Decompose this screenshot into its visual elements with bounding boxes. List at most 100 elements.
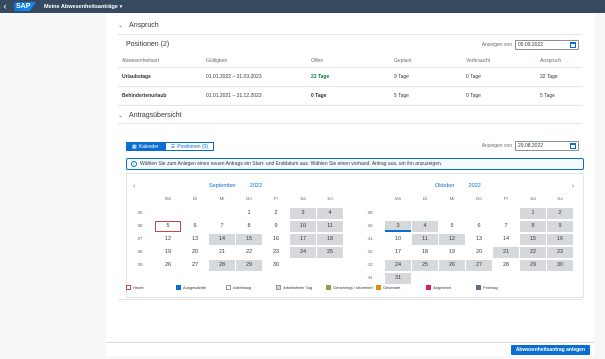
- calendar-day-sep[interactable]: 24: [290, 247, 316, 258]
- calendar-day-sep[interactable]: 10: [290, 221, 316, 232]
- calendar-day-oct[interactable]: 17: [385, 247, 411, 258]
- calendar-day-sep[interactable]: 11: [317, 221, 343, 232]
- calendar-day-oct[interactable]: 20: [466, 247, 492, 258]
- tab-positions[interactable]: ☰ Positionen (0): [164, 142, 215, 151]
- calendar-day-sep[interactable]: 5: [155, 221, 181, 232]
- anspruch-date-picker[interactable]: 05.09.2022: [515, 40, 579, 50]
- calendar-day-sep[interactable]: 22: [236, 247, 262, 258]
- calendar-day-sep[interactable]: 8: [236, 221, 262, 232]
- column-header: Geplant: [390, 55, 462, 68]
- back-icon[interactable]: ‹: [0, 0, 10, 13]
- calendar-day-oct[interactable]: 28: [493, 260, 519, 271]
- calendar-day-oct[interactable]: 10: [385, 234, 411, 245]
- calendar-day-oct[interactable]: 11: [412, 234, 438, 245]
- cell-type: Behindertenurlaub: [118, 86, 202, 106]
- calendar-day-sep[interactable]: 21: [209, 247, 235, 258]
- chevron-down-icon[interactable]: ⌄: [118, 22, 123, 29]
- calendar-day-sep[interactable]: 23: [263, 247, 289, 258]
- app-title-menu[interactable]: Meine Abwesenheitsanträge ▾: [44, 4, 122, 10]
- calendar-day-sep[interactable]: 15: [236, 234, 262, 245]
- calendar-day-oct[interactable]: 18: [412, 247, 438, 258]
- legend-label: Arbeitsfreier Tag: [283, 285, 313, 290]
- calendar-day-oct[interactable]: 29: [520, 260, 546, 271]
- calendar-day-oct[interactable]: 30: [547, 260, 573, 271]
- september-header[interactable]: September 2022: [209, 183, 262, 189]
- calendar-day-oct[interactable]: 22: [520, 247, 546, 258]
- calendar-day-sep[interactable]: 1: [236, 208, 262, 219]
- chevron-down-icon[interactable]: ⌄: [118, 112, 123, 119]
- calendar-day-sep[interactable]: 6: [182, 221, 208, 232]
- legend-label: Ausgewählte: [183, 285, 206, 290]
- weekday-label: So: [557, 196, 563, 201]
- calendar-day-sep[interactable]: 28: [209, 260, 235, 271]
- calendar-day-sep[interactable]: 4: [317, 208, 343, 219]
- october-header[interactable]: Oktober 2022: [435, 183, 481, 189]
- month-year[interactable]: 2022: [469, 183, 481, 189]
- calendar-icon[interactable]: [570, 143, 576, 149]
- overview-date-picker[interactable]: 29.08.2022: [515, 141, 579, 151]
- calendar-day-sep[interactable]: 3: [290, 208, 316, 219]
- calendar-day-oct[interactable]: 26: [439, 260, 465, 271]
- calendar-day-sep[interactable]: 20: [182, 247, 208, 258]
- table-row[interactable]: Urlaubstage 01.01.2022 – 31.03.2023 23 T…: [118, 67, 582, 87]
- calendar-icon[interactable]: [570, 42, 576, 48]
- calendar-day-sep[interactable]: 29: [236, 260, 262, 271]
- tab-calendar[interactable]: ▦ Kalender: [126, 142, 165, 151]
- calendar-day-sep[interactable]: 13: [182, 234, 208, 245]
- calendar-day-sep[interactable]: 30: [263, 260, 289, 271]
- week-number: 38: [137, 249, 143, 254]
- create-absence-request-button[interactable]: Abwesenheitsantrag anlegen: [510, 344, 590, 355]
- calendar-day-oct[interactable]: 12: [439, 234, 465, 245]
- calendar-day-oct[interactable]: 24: [385, 260, 411, 271]
- section-header-anspruch[interactable]: ⌄ Anspruch: [118, 22, 159, 29]
- section-title-anspruch: Anspruch: [129, 22, 159, 29]
- calendar-day-sep[interactable]: 27: [182, 260, 208, 271]
- weekday-label: Do: [246, 196, 252, 201]
- calendar-day-sep[interactable]: 14: [209, 234, 235, 245]
- section-header-overview[interactable]: ⌄ Antragsübersicht: [118, 112, 182, 119]
- divider: [118, 123, 582, 124]
- month-year[interactable]: 2022: [250, 183, 262, 189]
- calendar-day-oct[interactable]: 31: [385, 273, 411, 284]
- next-month-icon[interactable]: ›: [572, 183, 574, 190]
- calendar-day-oct[interactable]: 13: [466, 234, 492, 245]
- calendar-day-oct[interactable]: 4: [412, 221, 438, 232]
- cell-open: 0 Tage: [307, 86, 390, 106]
- calendar-day-sep[interactable]: 17: [290, 234, 316, 245]
- calendar-day-oct[interactable]: 23: [547, 247, 573, 258]
- calendar-day-oct[interactable]: 5: [439, 221, 465, 232]
- calendar-day-sep[interactable]: 25: [317, 247, 343, 258]
- calendar-day-sep[interactable]: 2: [263, 208, 289, 219]
- calendar-day-oct[interactable]: 27: [466, 260, 492, 271]
- calendar-day-oct[interactable]: 6: [466, 221, 492, 232]
- calendar-day-oct[interactable]: 15: [520, 234, 546, 245]
- calendar-day-oct[interactable]: 1: [520, 208, 546, 219]
- calendar-day-oct[interactable]: 16: [547, 234, 573, 245]
- table-row[interactable]: Behindertenurlaub 01.01.2021 – 31.12.202…: [118, 86, 582, 106]
- calendar-day-sep[interactable]: 7: [209, 221, 235, 232]
- previous-month-icon[interactable]: ‹: [133, 183, 135, 190]
- calendar-day-sep[interactable]: 9: [263, 221, 289, 232]
- legend-item: Genehmigt / Informiert: [326, 285, 376, 290]
- calendar-day-sep[interactable]: 16: [263, 234, 289, 245]
- calendar-day-sep[interactable]: 18: [317, 234, 343, 245]
- calendar-day-oct[interactable]: 19: [439, 247, 465, 258]
- date-label: Anzeigen von: [481, 143, 512, 149]
- calendar-day-oct[interactable]: 2: [547, 208, 573, 219]
- calendar-day-oct[interactable]: 3: [385, 221, 411, 232]
- calendar-day-oct[interactable]: 7: [493, 221, 519, 232]
- calendar-day-sep[interactable]: 19: [155, 247, 181, 258]
- calendar-day-oct[interactable]: 14: [493, 234, 519, 245]
- calendar-day-oct[interactable]: 8: [520, 221, 546, 232]
- month-name[interactable]: September: [209, 183, 236, 189]
- calendar-day-oct[interactable]: 21: [493, 247, 519, 258]
- week-number: 44: [367, 275, 373, 280]
- date-label: Anzeigen von: [481, 42, 512, 48]
- calendar-day-oct[interactable]: 9: [547, 221, 573, 232]
- calendar-day-sep[interactable]: 26: [155, 260, 181, 271]
- month-name[interactable]: Oktober: [435, 183, 455, 189]
- calendar-day-oct[interactable]: 25: [412, 260, 438, 271]
- weekday-label: Mi: [449, 196, 455, 201]
- legend-label: Heute: [133, 285, 144, 290]
- calendar-day-sep[interactable]: 12: [155, 234, 181, 245]
